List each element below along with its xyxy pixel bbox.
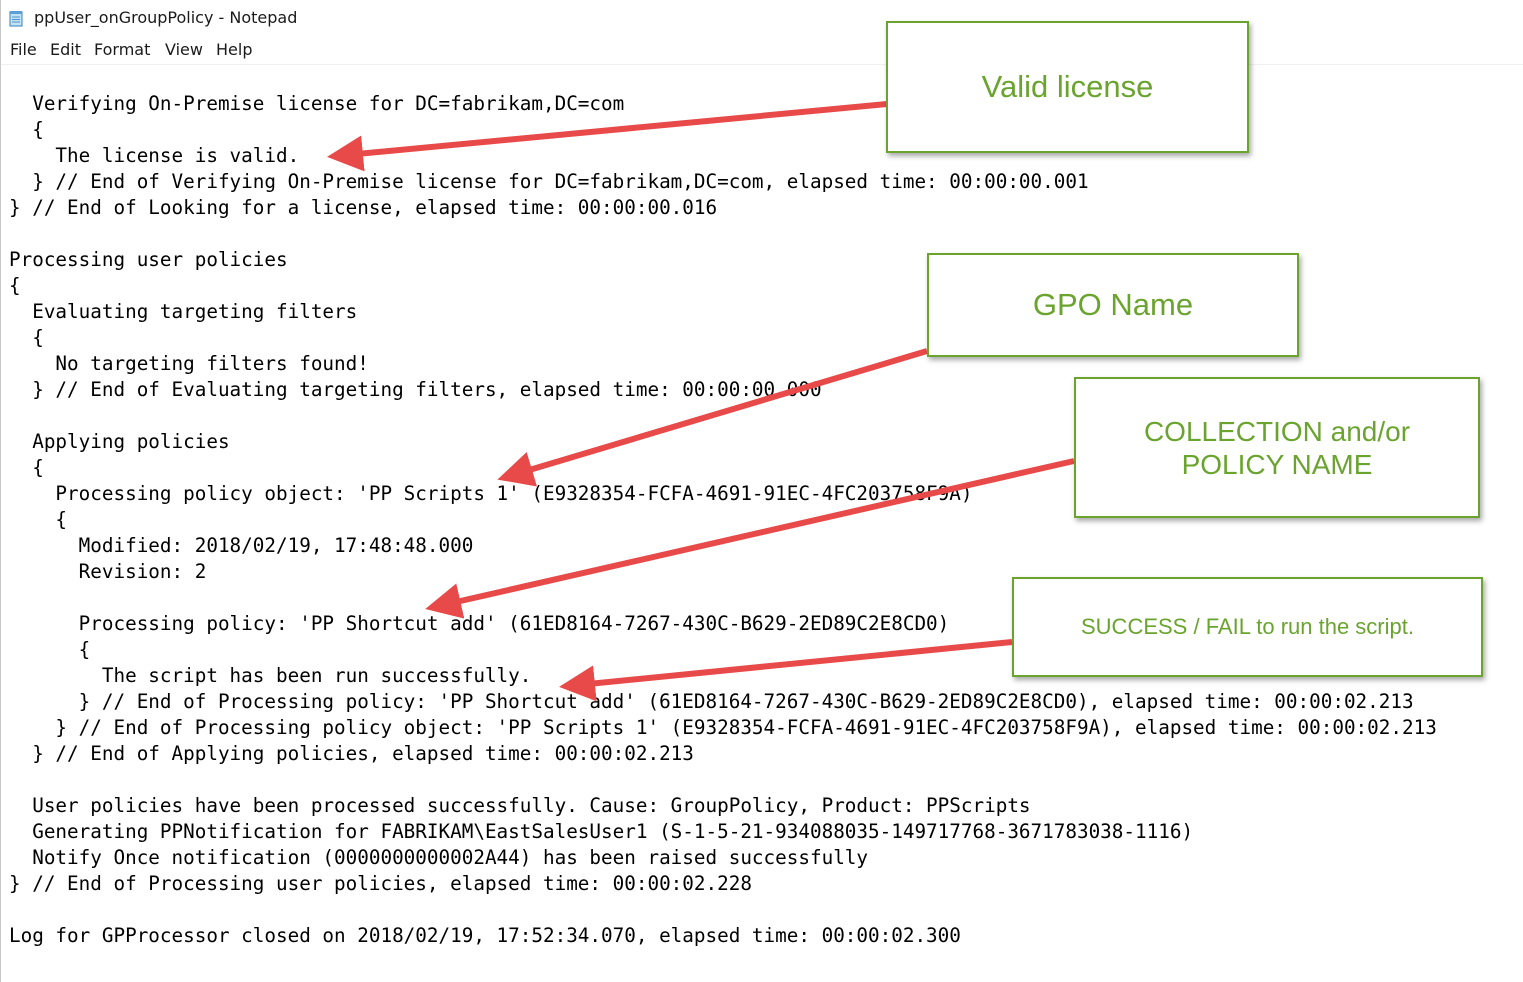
log-line: The script has been run successfully. [9, 664, 532, 687]
log-line: } // End of Processing user policies, el… [9, 872, 752, 895]
menu-bar: File Edit Format View Help [1, 38, 1523, 65]
menu-help[interactable]: Help [216, 40, 252, 59]
log-line: } // End of Applying policies, elapsed t… [9, 742, 694, 765]
log-line: { [9, 274, 21, 297]
log-line: } // End of Processing policy object: 'P… [9, 716, 1437, 739]
log-line: { [9, 118, 44, 141]
callout-success-fail-text: SUCCESS / FAIL to run the script. [1081, 614, 1414, 639]
log-line: } // End of Evaluating targeting filters… [9, 378, 822, 401]
notepad-window: ppUser_onGroupPolicy - Notepad File Edit… [0, 0, 1523, 982]
title-bar: ppUser_onGroupPolicy - Notepad [1, 0, 1523, 36]
log-line: Evaluating targeting filters [9, 300, 358, 323]
callout-valid-license-text: Valid license [981, 69, 1154, 104]
callout-gpo-name: GPO Name [927, 253, 1299, 357]
menu-file[interactable]: File [10, 40, 37, 59]
window-title: ppUser_onGroupPolicy - Notepad [34, 8, 298, 27]
log-line: Modified: 2018/02/19, 17:48:48.000 [9, 534, 474, 557]
log-line: The license is valid. [9, 144, 300, 167]
callout-success-fail: SUCCESS / FAIL to run the script. [1012, 577, 1483, 677]
log-line: No targeting filters found! [9, 352, 369, 375]
log-line: Applying policies [9, 430, 230, 453]
log-line: Log for GPProcessor closed on 2018/02/19… [9, 924, 961, 947]
log-line: User policies have been processed succes… [9, 794, 1031, 817]
callout-valid-license: Valid license [886, 21, 1249, 153]
callout-collection-policy: COLLECTION and/or POLICY NAME [1074, 377, 1480, 518]
log-line: } // End of Looking for a license, elaps… [9, 196, 718, 219]
log-line: Generating PPNotification for FABRIKAM\E… [9, 820, 1194, 843]
callout-collection-text-line2: POLICY NAME [1181, 448, 1373, 480]
log-line: } // End of Processing policy: 'PP Short… [9, 690, 1414, 713]
callout-collection-text-line1: COLLECTION and/or [1143, 415, 1411, 447]
menu-edit[interactable]: Edit [50, 40, 81, 59]
menu-format[interactable]: Format [94, 40, 150, 59]
log-line: Revision: 2 [9, 560, 207, 583]
log-line: } // End of Verifying On-Premise license… [9, 170, 1089, 193]
callout-gpo-name-text: GPO Name [1032, 287, 1194, 322]
log-line: { [9, 326, 44, 349]
text-editor-area[interactable]: Verifying On-Premise license for DC=fabr… [1, 66, 1523, 982]
log-line: { [9, 638, 91, 661]
log-line: Notify Once notification (0000000000002A… [9, 846, 869, 869]
notepad-icon [9, 11, 23, 27]
log-line: Processing policy object: 'PP Scripts 1'… [9, 482, 973, 505]
log-line: { [9, 508, 68, 531]
log-line: Verifying On-Premise license for DC=fabr… [9, 92, 625, 115]
log-line: Processing user policies [9, 248, 288, 271]
log-line: { [9, 456, 44, 479]
log-line: Processing policy: 'PP Shortcut add' (61… [9, 612, 950, 635]
menu-view[interactable]: View [165, 40, 203, 59]
